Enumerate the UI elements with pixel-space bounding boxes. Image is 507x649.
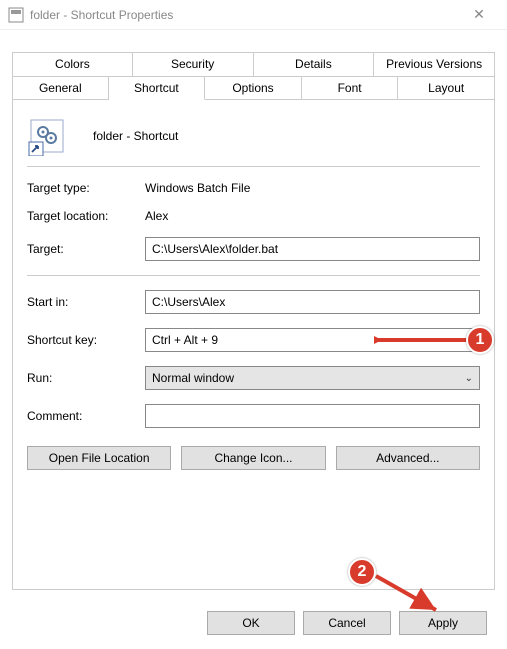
run-selected-value: Normal window [152,371,234,385]
label-target-location: Target location: [27,209,137,223]
close-icon[interactable]: ✕ [459,4,499,26]
row-comment: Comment: [27,404,480,428]
row-target-type: Target type: Windows Batch File [27,181,480,195]
label-shortcut-key: Shortcut key: [27,333,137,347]
tab-layout[interactable]: Layout [398,76,495,100]
label-run: Run: [27,371,137,385]
tab-security[interactable]: Security [133,52,254,76]
tab-colors[interactable]: Colors [12,52,133,76]
tabs-row-1: Colors Security Details Previous Version… [12,52,495,76]
comment-input[interactable] [145,404,480,428]
shortcut-file-icon [27,116,67,156]
tab-general[interactable]: General [12,76,109,100]
tab-details[interactable]: Details [254,52,375,76]
row-target: Target: [27,237,480,261]
value-target-location: Alex [145,209,168,223]
action-button-row: Open File Location Change Icon... Advanc… [27,446,480,470]
file-name: folder - Shortcut [93,129,178,143]
label-comment: Comment: [27,409,137,423]
shortcut-key-input[interactable] [145,328,480,352]
label-start-in: Start in: [27,295,137,309]
dialog-content: Colors Security Details Previous Version… [12,52,495,599]
separator [27,275,480,276]
annotation-callout-1: 1 [466,326,494,354]
separator [27,166,480,167]
target-input[interactable] [145,237,480,261]
label-target: Target: [27,242,137,256]
dialog-buttons: OK Cancel Apply [207,611,487,635]
tab-panel-shortcut: folder - Shortcut Target type: Windows B… [12,100,495,590]
row-run: Run: Normal window ⌄ [27,366,480,390]
row-shortcut-key: Shortcut key: [27,328,480,352]
annotation-callout-2: 2 [348,558,376,586]
change-icon-button[interactable]: Change Icon... [181,446,325,470]
ok-button[interactable]: OK [207,611,295,635]
window-title: folder - Shortcut Properties [30,8,459,22]
run-select[interactable]: Normal window ⌄ [145,366,480,390]
tabs-row-2: General Shortcut Options Font Layout [12,76,495,100]
tab-font[interactable]: Font [302,76,399,100]
row-target-location: Target location: Alex [27,209,480,223]
row-start-in: Start in: [27,290,480,314]
apply-button[interactable]: Apply [399,611,487,635]
tab-previous-versions[interactable]: Previous Versions [374,52,495,76]
label-target-type: Target type: [27,181,137,195]
window-icon [8,7,24,23]
open-file-location-button[interactable]: Open File Location [27,446,171,470]
tab-shortcut[interactable]: Shortcut [109,76,206,100]
tab-options[interactable]: Options [205,76,302,100]
chevron-down-icon: ⌄ [465,373,473,384]
value-target-type: Windows Batch File [145,181,250,195]
file-header: folder - Shortcut [27,116,480,156]
advanced-button[interactable]: Advanced... [336,446,480,470]
titlebar: folder - Shortcut Properties ✕ [0,0,507,30]
start-in-input[interactable] [145,290,480,314]
cancel-button[interactable]: Cancel [303,611,391,635]
